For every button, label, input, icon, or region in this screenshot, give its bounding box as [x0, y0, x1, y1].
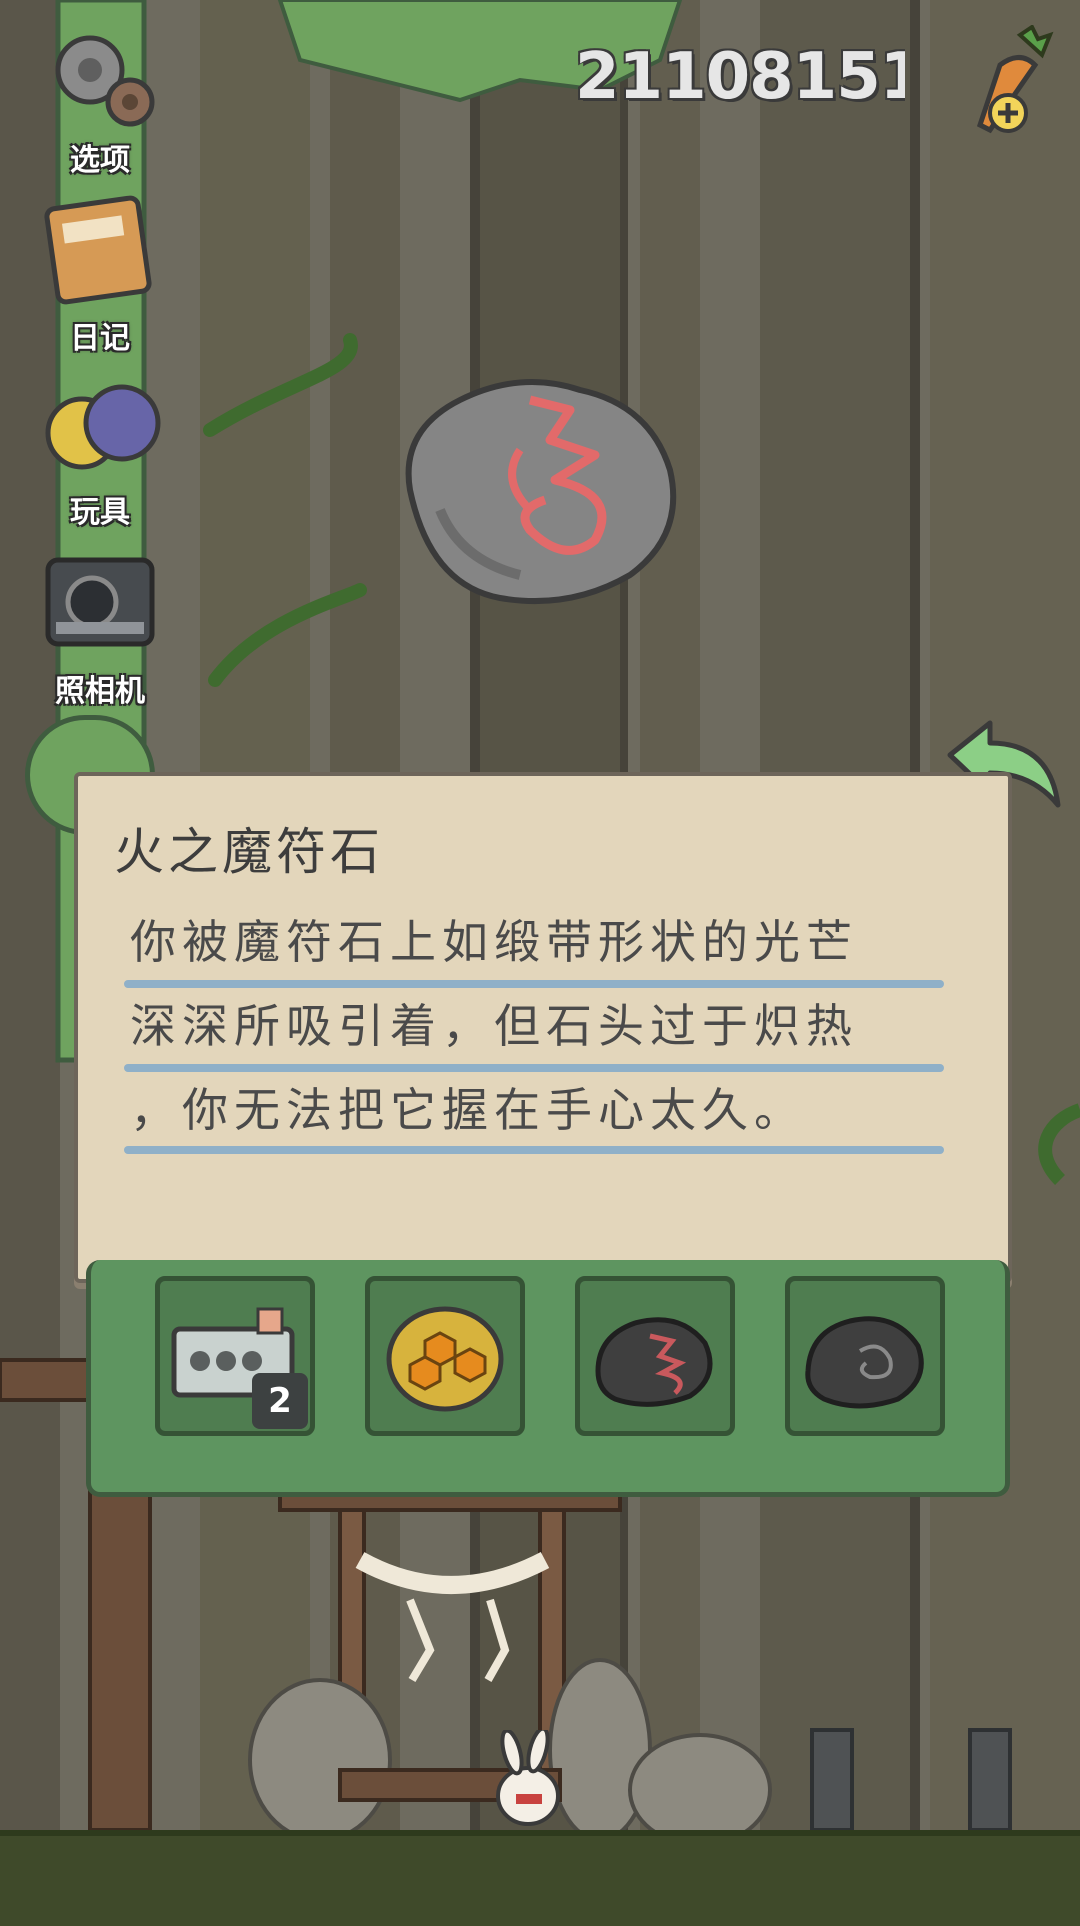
item-count-badge: 2	[252, 1373, 308, 1429]
carrot-plus-button[interactable]	[950, 24, 1060, 140]
text-rule	[124, 980, 944, 988]
item-description-line-1: 你被魔符石上如缎带形状的光芒	[130, 915, 858, 969]
text-rule	[124, 1146, 944, 1154]
honeycomb-icon	[386, 1306, 504, 1412]
item-description-line-2: 深深所吸引着，但石头过于炽热	[130, 999, 858, 1053]
sidebar-item-camera[interactable]: 照相机	[30, 548, 170, 718]
bunny-character[interactable]	[480, 1726, 570, 1830]
inventory-slot-bento[interactable]: 2	[155, 1276, 315, 1436]
carrot-plus-icon	[976, 24, 1054, 134]
inventory-slot-gray-rune-stone[interactable]	[785, 1276, 945, 1436]
fire-rune-stone-icon	[405, 379, 677, 605]
fire-rune-stone-icon	[595, 1317, 713, 1407]
ground	[0, 1830, 1080, 1926]
camera-icon	[45, 557, 155, 647]
carrot-counter: 2110815151	[575, 40, 905, 114]
sidebar-item-diary[interactable]: 日记	[30, 195, 170, 365]
inventory-panel: 2	[86, 1260, 1010, 1497]
diary-icon	[44, 195, 152, 305]
sidebar-item-label: 照相机	[55, 674, 145, 709]
item-description-line-3: ，你无法把它握在手心太久。	[130, 1083, 806, 1137]
sidebar-item-label: 选项	[70, 143, 130, 178]
gray-rune-stone-icon	[805, 1316, 924, 1409]
item-title: 火之魔符石	[114, 823, 384, 881]
toy-ball-icon	[45, 384, 161, 470]
sidebar-item-label: 日记	[70, 321, 130, 356]
featured-item-image	[380, 360, 700, 620]
text-rule	[124, 1064, 944, 1072]
inventory-slot-fire-rune-stone[interactable]	[575, 1276, 735, 1436]
inventory-slot-honeycomb[interactable]	[365, 1276, 525, 1436]
sidebar-item-toys[interactable]: 玩具	[30, 375, 170, 545]
bunny-icon	[496, 1726, 560, 1826]
sidebar-item-options[interactable]: 选项	[30, 20, 170, 190]
gear-icon	[55, 35, 155, 127]
item-info-card: 火之魔符石 你被魔符石上如缎带形状的光芒 深深所吸引着，但石头过于炽热 ，你无法…	[74, 772, 1012, 1283]
sidebar-item-label: 玩具	[70, 495, 130, 530]
